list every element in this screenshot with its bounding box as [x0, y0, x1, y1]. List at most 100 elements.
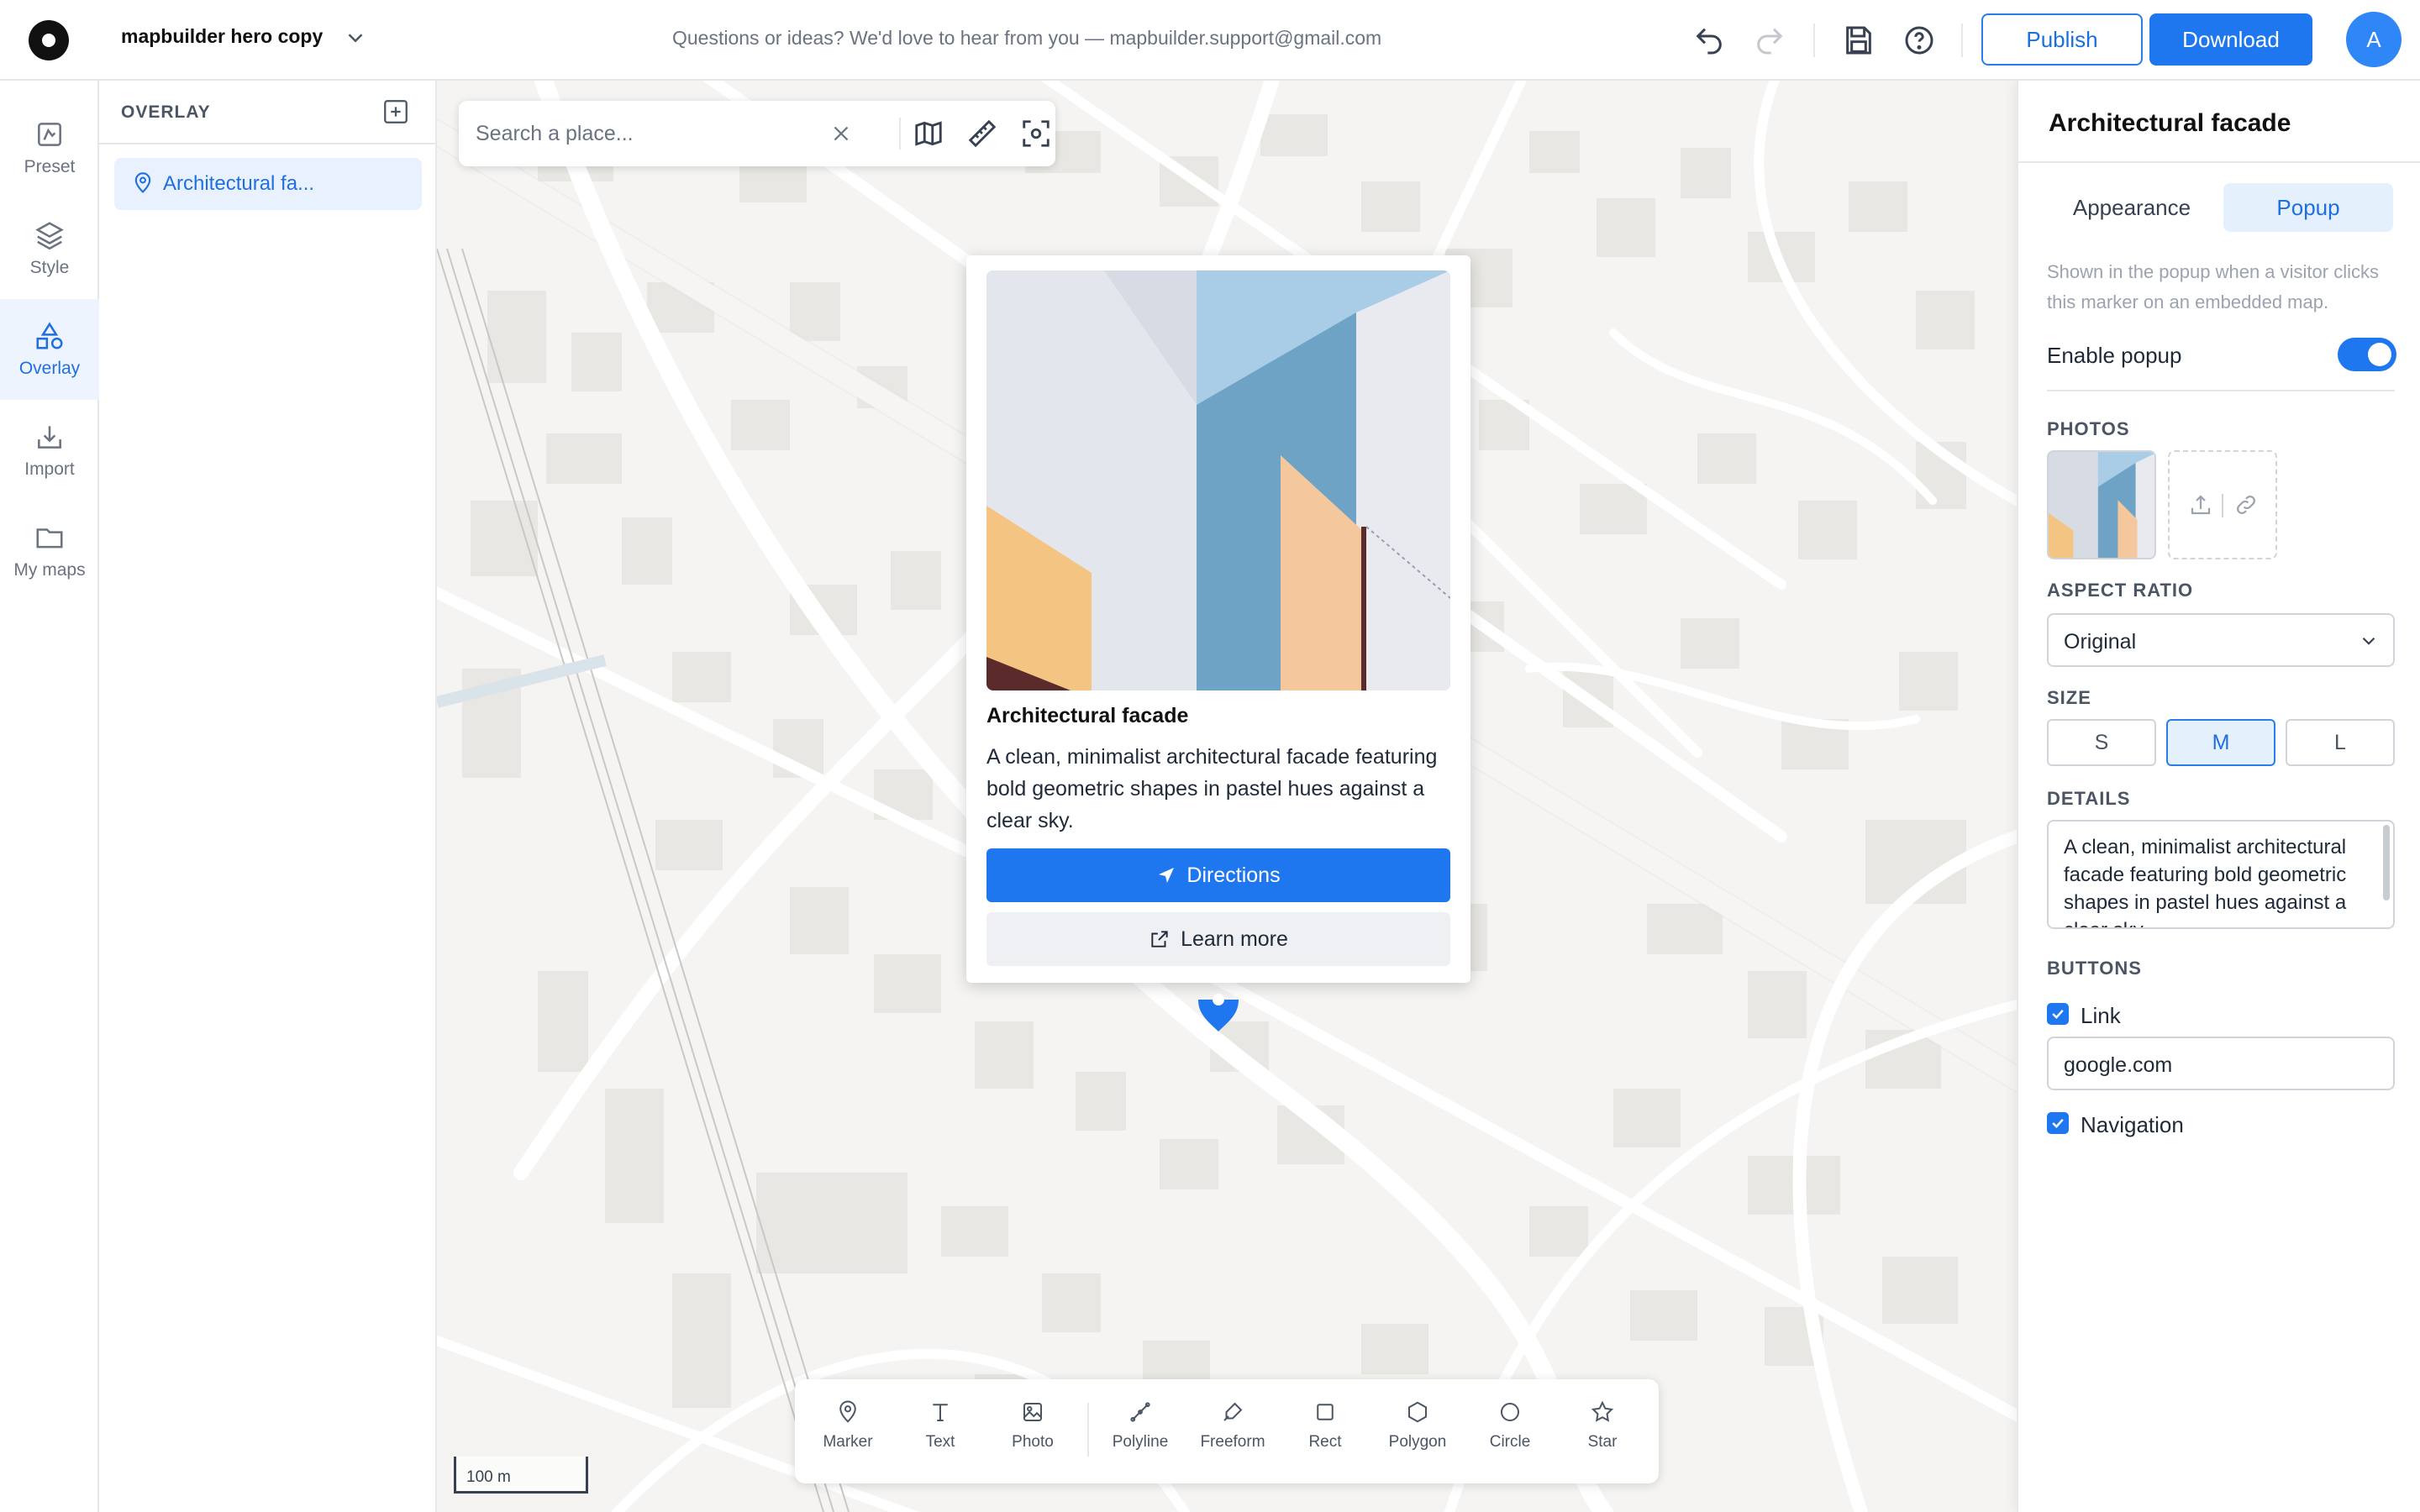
toolbar-divider [1087, 1403, 1089, 1457]
link-checkbox[interactable] [2047, 1003, 2069, 1025]
external-link-icon [1151, 931, 1168, 948]
tool-star[interactable]: Star [1556, 1399, 1649, 1467]
popup-photo [986, 270, 1450, 690]
tool-label: Polygon [1388, 1433, 1447, 1451]
details-value: A clean, minimalist architectural facade… [2064, 836, 2347, 927]
tool-polyline[interactable]: Polyline [1094, 1399, 1186, 1467]
check-icon [2052, 1118, 2064, 1128]
undo-icon[interactable] [1692, 24, 1726, 57]
inspector-title: Architectural facade [2049, 109, 2291, 137]
enable-popup-label: Enable popup [2047, 343, 2182, 368]
search-bar [459, 101, 1055, 166]
preset-icon [38, 123, 61, 146]
layer-item-architectural-facade[interactable]: Architectural fa... [114, 158, 422, 210]
map-scale-bar: 100 m [454, 1457, 588, 1494]
overlay-panel: OVERLAY Architectural fa... [99, 81, 437, 1512]
chevron-down-icon [2362, 637, 2375, 645]
drawing-toolbar: Marker Text Photo Polyline Freeform Rect… [795, 1379, 1659, 1483]
size-s-button[interactable]: S [2047, 719, 2156, 766]
rail-item-style[interactable]: Style [0, 198, 99, 299]
navigation-arrow-icon [1159, 868, 1175, 883]
app-window: mapbuilder hero copy Questions or ideas?… [0, 0, 2420, 1512]
photo-thumbnail[interactable] [2047, 450, 2156, 559]
check-icon [2052, 1009, 2064, 1019]
directions-button[interactable]: Directions [986, 848, 1450, 902]
tool-text[interactable]: Text [894, 1399, 986, 1467]
details-section-label: DETAILS [2047, 788, 2131, 809]
map-marker[interactable] [1195, 981, 1242, 1033]
rail-label: My maps [13, 560, 86, 580]
inspector-divider [2018, 161, 2420, 163]
top-bar: mapbuilder hero copy Questions or ideas?… [0, 0, 2420, 81]
navigation-checkbox[interactable] [2047, 1112, 2069, 1134]
tool-label: Text [925, 1433, 955, 1451]
redo-icon[interactable] [1753, 24, 1786, 57]
photos-section-label: PHOTOS [2047, 418, 2130, 439]
tool-polygon[interactable]: Polygon [1371, 1399, 1464, 1467]
aspect-ratio-value: Original [2064, 630, 2137, 654]
add-photo-slot[interactable] [2168, 450, 2277, 559]
search-input[interactable] [476, 114, 829, 153]
download-button[interactable]: Download [2149, 13, 2312, 66]
panel-title: OVERLAY [121, 102, 211, 122]
upload-icon[interactable] [2188, 492, 2213, 517]
tab-appearance[interactable]: Appearance [2047, 183, 2217, 232]
link-url-field[interactable]: google.com [2047, 1037, 2395, 1090]
tool-photo[interactable]: Photo [986, 1399, 1079, 1467]
size-l-button[interactable]: L [2286, 719, 2395, 766]
tool-label: Circle [1489, 1433, 1531, 1451]
tool-label: Marker [823, 1433, 873, 1451]
directions-label: Directions [1186, 863, 1281, 887]
publish-button[interactable]: Publish [1981, 13, 2143, 66]
star-icon [1591, 1400, 1614, 1422]
details-scrollbar[interactable] [2383, 825, 2390, 900]
tool-marker[interactable]: Marker [802, 1399, 894, 1467]
map-icon[interactable] [913, 118, 944, 150]
locate-icon[interactable] [1020, 118, 1052, 150]
inspector-panel: Architectural facade Appearance Popup Sh… [2017, 81, 2420, 1512]
aspect-ratio-section-label: ASPECT RATIO [2047, 580, 2194, 601]
aspect-ratio-select[interactable]: Original [2047, 613, 2395, 667]
save-icon[interactable] [1842, 24, 1876, 57]
size-m-button[interactable]: M [2166, 719, 2275, 766]
rail-item-overlay[interactable]: Overlay [0, 299, 99, 400]
tool-freeform[interactable]: Freeform [1186, 1399, 1279, 1467]
help-icon[interactable] [1902, 24, 1936, 57]
add-square-icon[interactable] [381, 97, 410, 126]
inspector-divider [2047, 390, 2395, 391]
panel-header: OVERLAY [99, 81, 435, 144]
rail-label: Import [24, 459, 75, 479]
learn-more-button[interactable]: Learn more [986, 912, 1450, 966]
ruler-icon[interactable] [966, 118, 998, 150]
chevron-down-icon[interactable] [343, 25, 368, 50]
details-textarea[interactable]: A clean, minimalist architectural facade… [2047, 820, 2395, 929]
layers-icon [35, 222, 64, 250]
polygon-icon [1408, 1401, 1427, 1423]
close-icon[interactable] [829, 121, 854, 146]
tool-label: Rect [1308, 1433, 1342, 1451]
rail-item-import[interactable]: Import [0, 400, 99, 501]
folder-icon [36, 528, 63, 549]
app-logo[interactable] [29, 20, 69, 60]
learn-more-label: Learn more [1181, 927, 1288, 951]
rail-label: Style [29, 258, 70, 277]
marker-icon [839, 1400, 856, 1423]
rect-icon [1317, 1404, 1334, 1420]
rail-item-my-maps[interactable]: My maps [0, 501, 99, 601]
feedback-text: Questions or ideas? We'd love to hear fr… [672, 27, 1382, 49]
popup-title: Architectural facade [986, 704, 1189, 727]
tool-rect[interactable]: Rect [1279, 1399, 1371, 1467]
text-icon [933, 1404, 948, 1421]
tab-popup[interactable]: Popup [2223, 183, 2393, 232]
project-name[interactable]: mapbuilder hero copy [121, 25, 323, 48]
navigation-label: Navigation [2081, 1112, 2184, 1137]
rail-label: Preset [24, 157, 76, 176]
polyline-icon [1130, 1402, 1150, 1422]
tool-label: Photo [1012, 1433, 1054, 1451]
import-icon [38, 426, 61, 449]
rail-item-preset[interactable]: Preset [0, 97, 99, 198]
avatar[interactable]: A [2346, 12, 2402, 67]
tool-circle[interactable]: Circle [1464, 1399, 1556, 1467]
link-icon[interactable] [2233, 492, 2259, 517]
enable-popup-toggle[interactable] [2338, 338, 2396, 371]
